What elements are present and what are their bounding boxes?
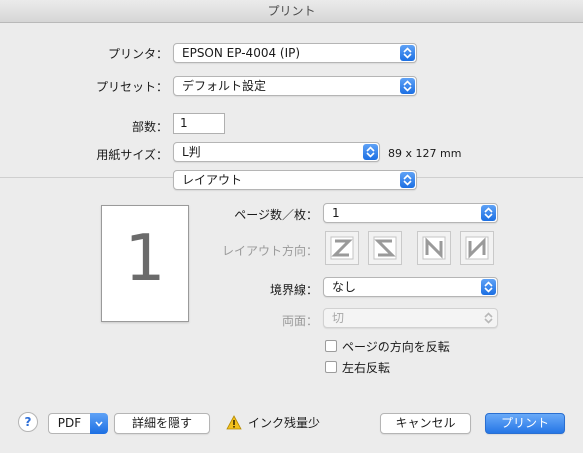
layout-direction-reverse-n-button[interactable] [460,231,494,265]
border-label: 境界線： [269,283,318,297]
window-title: プリント [0,0,583,23]
chevron-down-icon [90,413,108,434]
layout-s-icon [373,236,397,260]
printer-popup[interactable]: EPSON EP-4004 (IP) [173,43,417,63]
flip-horizontal-checkbox[interactable] [325,361,337,373]
reverse-orientation-checkbox[interactable] [325,340,337,352]
printer-value: EPSON EP-4004 (IP) [182,46,301,60]
pages-per-sheet-label: ページ数／枚： [234,208,318,222]
pages-per-sheet-popup[interactable]: 1 [323,203,498,223]
flip-horizontal-label: 左右反転 [342,361,391,375]
paper-size-popup[interactable]: L判 [173,142,380,162]
pdf-label: PDF [48,413,90,434]
two-sided-popup[interactable]: 切 [323,308,498,328]
layout-direction-s-button[interactable] [368,231,402,265]
hide-details-button[interactable]: 詳細を隠す [114,413,210,434]
border-value: なし [332,280,357,294]
layout-reverse-n-icon [465,236,489,260]
copies-field[interactable]: 1 [173,113,225,134]
help-button[interactable]: ? [18,412,38,432]
layout-direction-label: レイアウト方向： [221,244,318,258]
pdf-menu-button[interactable]: PDF [48,413,108,434]
ink-warning-text: インク残量少 [248,416,321,430]
layout-z-icon [330,236,354,260]
cancel-button[interactable]: キャンセル [380,413,471,434]
layout-n-icon [422,236,446,260]
chevron-up-down-icon [481,279,496,295]
paper-dimensions: 89 x 127 mm [388,147,462,160]
two-sided-value: 切 [332,311,345,325]
warning-icon [226,415,242,430]
layout-direction-n-button[interactable] [417,231,451,265]
panel-popup[interactable]: レイアウト [173,170,417,190]
print-button[interactable]: プリント [485,413,565,434]
preset-value: デフォルト設定 [182,79,267,93]
chevron-up-down-icon [400,78,415,94]
chevron-up-down-icon [400,45,415,61]
paper-size-label: 用紙サイズ： [96,148,168,162]
border-popup[interactable]: なし [323,277,498,297]
copies-label: 部数： [131,120,168,134]
preview-page-number: 1 [124,222,166,296]
chevron-up-down-icon [481,205,496,221]
chevron-up-down-icon [400,172,415,188]
panel-value: レイアウト [182,173,243,187]
page-preview: 1 [101,205,189,322]
preset-popup[interactable]: デフォルト設定 [173,76,417,96]
pages-per-sheet-value: 1 [332,206,340,220]
chevron-up-down-icon [363,144,378,160]
chevron-up-down-icon [481,310,496,326]
paper-size-value: L判 [182,145,201,159]
preset-label: プリセット： [95,80,168,94]
printer-label: プリンタ： [107,47,168,61]
layout-direction-z-button[interactable] [325,231,359,265]
reverse-orientation-label: ページの方向を反転 [342,340,450,354]
two-sided-label: 両面： [281,314,318,328]
